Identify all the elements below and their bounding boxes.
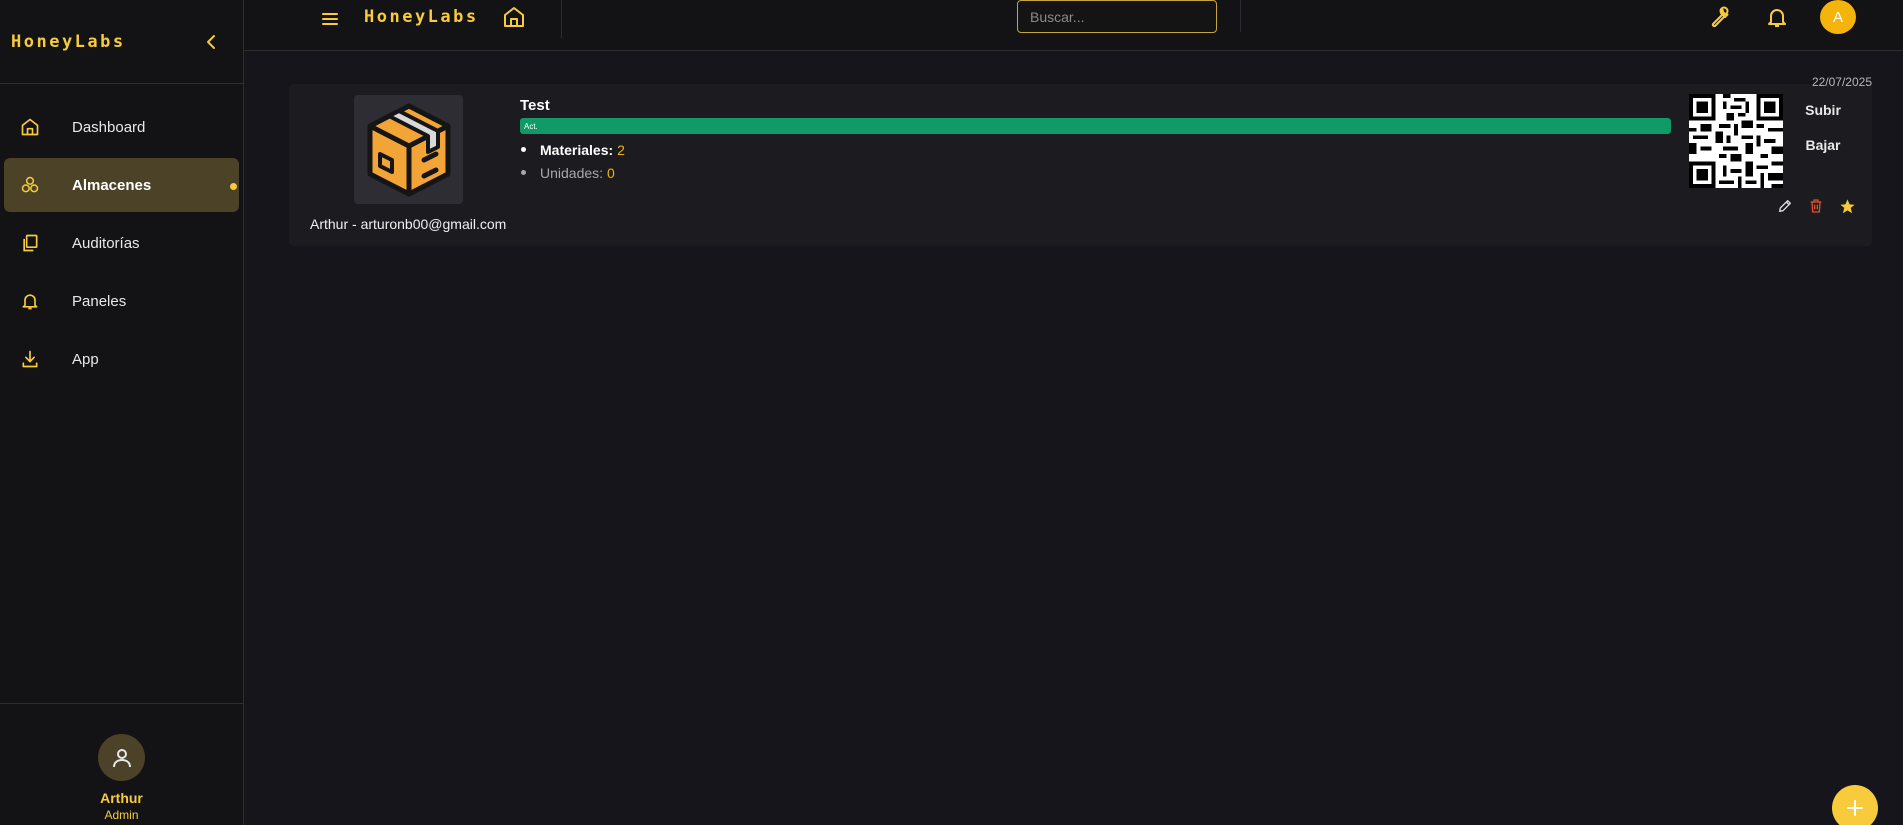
- download-button[interactable]: Bajar: [1798, 134, 1848, 156]
- owner-label: Arthur - arturonb00@gmail.com: [310, 216, 507, 232]
- download-icon: [20, 348, 46, 370]
- pencil-icon: [1779, 200, 1791, 212]
- star-icon: [1839, 198, 1855, 213]
- delete-button[interactable]: [1807, 197, 1825, 215]
- sidebar-item-label: Dashboard: [72, 118, 146, 136]
- topbar: HoneyLabs A: [244, 0, 1903, 51]
- home-button[interactable]: [502, 5, 526, 29]
- bullet: [521, 170, 526, 175]
- chevron-left-icon: [207, 34, 215, 49]
- sidebar-item-label: Paneles: [72, 292, 127, 310]
- divider: [561, 0, 562, 38]
- bullet: [521, 147, 526, 152]
- menu-button[interactable]: [318, 7, 342, 31]
- home-icon: [504, 7, 524, 27]
- box-icon: [367, 103, 450, 196]
- user-name: Arthur: [100, 790, 143, 806]
- sidebar: HoneyLabs Dashboard Almacenes Auditorías: [0, 0, 244, 825]
- notifications-button[interactable]: [1765, 5, 1789, 29]
- cubes-icon: [20, 174, 46, 196]
- bell-icon: [1768, 9, 1786, 27]
- warehouse-card[interactable]: 22/07/2025 Arthur - arturonb00@gmail.com…: [289, 75, 1872, 246]
- qr-code[interactable]: [1689, 94, 1783, 188]
- copy-icon: [20, 232, 46, 254]
- user-role: Admin: [104, 808, 139, 822]
- avatar[interactable]: [98, 734, 145, 781]
- upload-button[interactable]: Subir: [1798, 99, 1848, 121]
- sidebar-nav: Dashboard Almacenes Auditorías Paneles A…: [0, 84, 243, 386]
- sidebar-item-paneles[interactable]: Paneles: [4, 274, 239, 328]
- warehouse-title[interactable]: Test: [520, 97, 550, 114]
- topbar-brand[interactable]: HoneyLabs: [364, 7, 479, 27]
- list-item: Unidades: 0: [520, 161, 625, 184]
- card-date: 22/07/2025: [1811, 75, 1872, 89]
- progress-label: Act.: [524, 121, 538, 131]
- materials-value: 2: [617, 141, 625, 158]
- add-button[interactable]: [1832, 785, 1878, 825]
- edit-button[interactable]: [1776, 197, 1794, 215]
- sidebar-item-label: Almacenes: [72, 176, 152, 194]
- sidebar-user: Arthur Admin: [0, 703, 243, 825]
- home-icon: [20, 116, 46, 138]
- sidebar-item-dashboard[interactable]: Dashboard: [4, 100, 239, 154]
- divider: [1240, 0, 1241, 32]
- sidebar-item-label: App: [72, 350, 99, 368]
- collapse-sidebar-button[interactable]: [201, 32, 221, 52]
- warehouse-thumbnail[interactable]: [354, 95, 463, 204]
- sidebar-item-almacenes[interactable]: Almacenes: [4, 158, 239, 212]
- sidebar-brand: HoneyLabs: [11, 31, 126, 52]
- user-icon: [112, 748, 131, 767]
- user-avatar[interactable]: A: [1820, 0, 1856, 34]
- menu-icon: [322, 13, 338, 25]
- sidebar-header: HoneyLabs: [0, 0, 243, 84]
- materials-label: Materiales:: [540, 141, 614, 158]
- units-label: Unidades:: [540, 164, 604, 181]
- active-indicator: [230, 183, 237, 190]
- wrench-icon: [1711, 6, 1729, 28]
- search-input[interactable]: [1017, 0, 1217, 33]
- favorite-button[interactable]: [1838, 197, 1856, 215]
- plus-icon: [1847, 800, 1863, 816]
- list-item: Materiales: 2: [520, 138, 625, 161]
- trash-icon: [1810, 199, 1822, 213]
- units-value: 0: [607, 164, 615, 181]
- sidebar-item-label: Auditorías: [72, 234, 140, 252]
- sidebar-item-auditorias[interactable]: Auditorías: [4, 216, 239, 270]
- sidebar-item-app[interactable]: App: [4, 332, 239, 386]
- warehouse-stats: Materiales: 2 Unidades: 0: [520, 138, 625, 184]
- tools-button[interactable]: [1708, 5, 1732, 29]
- progress-bar: Act.: [520, 118, 1671, 134]
- bell-icon: [20, 290, 46, 312]
- progress-fill: Act.: [520, 118, 1671, 134]
